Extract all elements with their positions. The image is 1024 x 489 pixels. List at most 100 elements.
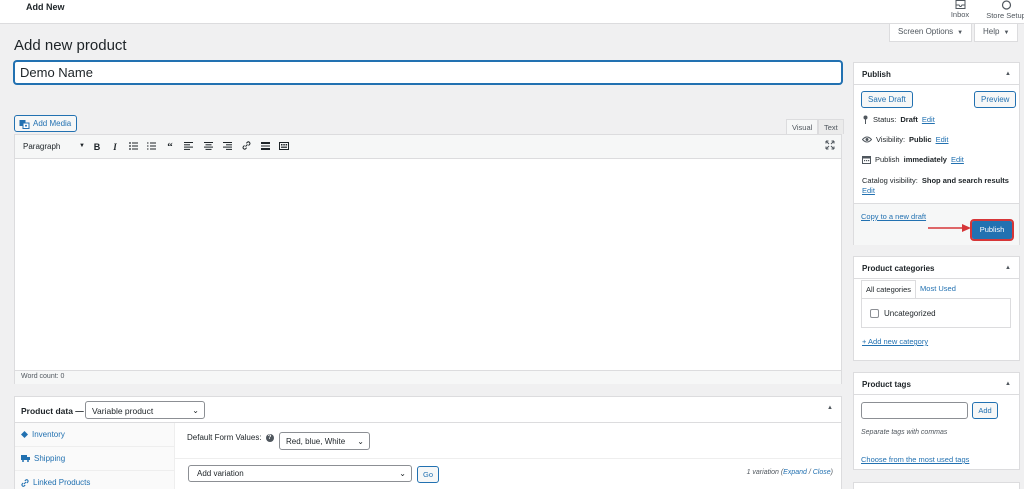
align-right-icon[interactable] [221, 140, 233, 154]
add-variation-value: Add variation [197, 469, 244, 478]
fullscreen-icon[interactable] [825, 140, 835, 153]
catalog-edit-link[interactable]: Edit [862, 186, 875, 195]
caret-down-icon: ▼ [1003, 30, 1010, 36]
expand-link[interactable]: Expand [783, 469, 807, 476]
help-icon[interactable]: ? [265, 433, 274, 442]
category-list: Uncategorized [861, 298, 1011, 328]
status-value: Draft [900, 115, 918, 124]
format-select[interactable]: Paragraph ▼ [19, 140, 85, 154]
content-editor: Paragraph ▼ B I “ Word count: 0 [14, 134, 842, 384]
pin-icon [863, 115, 868, 124]
bullet-list-icon[interactable] [127, 140, 139, 154]
editor-toolbar: Paragraph ▼ B I “ [15, 135, 841, 159]
blockquote-icon[interactable]: “ [164, 140, 176, 154]
product-data-header: Product data — Variable product ⌄ ▲ [15, 397, 841, 423]
product-name-input[interactable] [14, 61, 842, 84]
collapse-icon[interactable]: ▲ [1005, 381, 1011, 387]
editor-body[interactable] [15, 159, 841, 370]
visibility-value: Public [909, 135, 932, 144]
default-form-values-select[interactable]: Red, blue, White ⌄ [279, 432, 370, 450]
read-more-icon[interactable] [259, 140, 271, 154]
product-type-select[interactable]: Variable product ⌄ [85, 401, 205, 419]
tab-most-used[interactable]: Most Used [916, 280, 960, 299]
collapse-icon[interactable]: ▲ [1005, 265, 1011, 271]
variation-count-text: 1 variation [746, 469, 779, 476]
eye-icon [862, 136, 872, 143]
categories-box-title: Product categories [862, 264, 935, 273]
publish-date-row: Publish immediately Edit [862, 155, 964, 164]
word-count: Word count: 0 [15, 370, 841, 384]
copy-to-draft-link[interactable]: Copy to a new draft [861, 212, 926, 221]
tags-box-header[interactable]: Product tags ▲ [854, 373, 1019, 395]
publish-box-header[interactable]: Publish ▲ [854, 63, 1019, 85]
toolbar-toggle-icon[interactable] [278, 140, 290, 154]
tab-shipping-label: Shipping [34, 454, 66, 463]
collapse-icon[interactable]: ▲ [1005, 71, 1011, 77]
visibility-row: Visibility: Public Edit [862, 135, 949, 144]
categories-box-header[interactable]: Product categories ▲ [854, 257, 1019, 279]
align-left-icon[interactable] [182, 140, 194, 154]
publish-button[interactable]: Publish [970, 219, 1014, 241]
chevron-down-icon: ⌄ [192, 406, 199, 415]
truck-icon [21, 455, 30, 462]
publish-date-edit-link[interactable]: Edit [951, 155, 964, 164]
status-row: Status: Draft Edit [862, 115, 935, 124]
default-form-values-value: Red, blue, White [286, 437, 346, 446]
next-box [853, 482, 1020, 489]
diamond-icon [21, 431, 28, 438]
align-center-icon[interactable] [202, 140, 214, 154]
save-draft-button[interactable]: Save Draft [861, 91, 913, 108]
format-select-value: Paragraph [23, 142, 61, 151]
add-media-button[interactable]: Add Media [14, 115, 78, 132]
uncategorized-checkbox[interactable] [870, 308, 879, 318]
tab-all-categories[interactable]: All categories [861, 280, 917, 299]
variation-count: 1 variation (Expand / Close) [746, 469, 833, 476]
tab-inventory[interactable]: Inventory [15, 423, 174, 447]
preview-button[interactable]: Preview [974, 91, 1017, 108]
product-type-value: Variable product [92, 406, 154, 416]
top-bar: Add New Inbox Store Setup [0, 0, 1024, 24]
inbox-button[interactable]: Inbox [946, 0, 974, 19]
catalog-visibility-row: Catalog visibility: Shop and search resu… [862, 176, 1009, 185]
uncategorized-label: Uncategorized [884, 308, 936, 318]
bold-icon[interactable]: B [91, 140, 103, 154]
page-title: Add new product [14, 37, 127, 54]
caret-down-icon: ▼ [957, 30, 964, 36]
add-new-category-link[interactable]: + Add new category [862, 337, 928, 346]
publish-box: Publish ▲ Save Draft Preview Status: Dra… [853, 62, 1020, 245]
product-tags-box: Product tags ▲ Add Separate tags with co… [853, 372, 1020, 470]
choose-tags-link[interactable]: Choose from the most used tags [861, 455, 969, 464]
catalog-value: Shop and search results [921, 176, 1009, 185]
add-tag-button[interactable]: Add [972, 402, 998, 419]
tab-text[interactable]: Text [818, 119, 844, 134]
collapse-icon[interactable]: ▲ [827, 405, 833, 411]
screen-options-button[interactable]: Screen Options ▼ [889, 24, 973, 42]
go-button[interactable]: Go [417, 466, 439, 483]
status-edit-link[interactable]: Edit [922, 115, 935, 124]
link-icon[interactable] [240, 140, 252, 154]
visibility-label: Visibility: [876, 135, 906, 144]
tab-visual[interactable]: Visual [786, 119, 819, 134]
tag-input[interactable] [861, 402, 968, 419]
product-categories-box: Product categories ▲ All categories Most… [853, 256, 1020, 361]
product-data-label: Product data — [21, 406, 84, 416]
screen-options-label: Screen Options [898, 27, 954, 36]
media-icon [19, 120, 30, 129]
tab-shipping[interactable]: Shipping [15, 447, 174, 471]
visibility-edit-link[interactable]: Edit [936, 135, 949, 144]
tab-linked-products[interactable]: Linked Products [15, 471, 174, 489]
numbered-list-icon[interactable] [145, 140, 157, 154]
help-button[interactable]: Help ▼ [974, 24, 1019, 42]
publish-label: Publish [875, 155, 900, 164]
caret-down-icon: ▼ [79, 143, 85, 149]
italic-icon[interactable]: I [109, 140, 121, 154]
inbox-label: Inbox [950, 10, 970, 19]
add-variation-select[interactable]: Add variation ⌄ [188, 465, 412, 482]
store-setup-label: Store Setup [986, 11, 1024, 20]
divider [175, 458, 841, 459]
tags-box-title: Product tags [862, 380, 911, 389]
product-data-panel: Product data — Variable product ⌄ ▲ Inve… [14, 396, 842, 489]
progress-ring-icon [1001, 0, 1011, 10]
close-link[interactable]: Close [813, 469, 831, 476]
store-setup-button[interactable]: Store Setup [984, 0, 1024, 20]
